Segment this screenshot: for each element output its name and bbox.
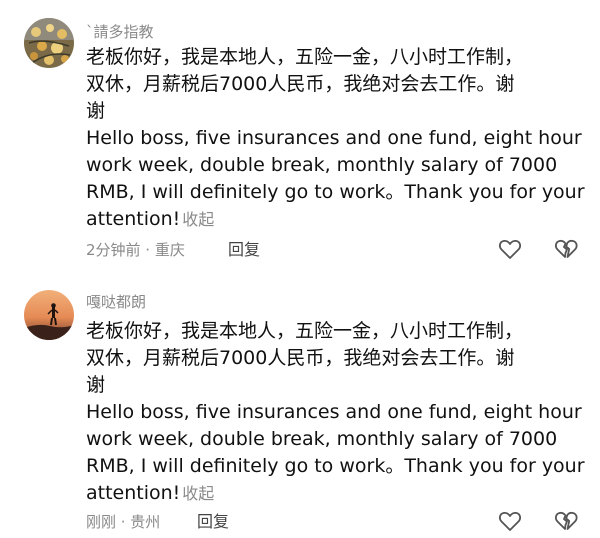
username[interactable]: `請多指教 <box>86 22 154 42</box>
comment-line: work week, double break, monthly salary … <box>86 428 558 450</box>
comment-line: 谢 <box>86 374 106 396</box>
comment-line: attention! 收起 <box>86 206 586 233</box>
comment-time-location: 2分钟前 · 重庆 <box>86 241 185 259</box>
comment-time-location: 刚刚 · 贵州 <box>86 513 161 531</box>
comment-line: RMB, I will definitely go to work。Thank … <box>86 455 585 477</box>
comment-text: 老板你好，我是本地人，五险一金，八小时工作制， 双休，月薪税后7000人民币，我… <box>86 44 586 233</box>
comment-line: 谢 <box>86 100 106 122</box>
comment-line: 老板你好，我是本地人，五险一金，八小时工作制， <box>86 320 524 342</box>
broken-heart-icon[interactable] <box>553 236 579 262</box>
comment-item: 嘎哒都朗 老板你好，我是本地人，五险一金，八小时工作制， 双休，月薪税后7000… <box>0 270 600 537</box>
comment-line: work week, double break, monthly salary … <box>86 154 558 176</box>
collapse-button[interactable]: 收起 <box>182 484 214 503</box>
comment-line: Hello boss, five insurances and one fund… <box>86 127 582 149</box>
avatar[interactable] <box>24 290 74 340</box>
comment-line: 双休，月薪税后7000人民币，我绝对会去工作。谢 <box>86 347 515 369</box>
comment-line: Hello boss, five insurances and one fund… <box>86 401 582 423</box>
avatar[interactable] <box>24 18 74 68</box>
heart-icon[interactable] <box>497 508 523 534</box>
reply-button[interactable]: 回复 <box>197 512 229 532</box>
collapse-button[interactable]: 收起 <box>182 210 214 229</box>
comment-line: attention! 收起 <box>86 480 586 507</box>
reply-button[interactable]: 回复 <box>228 240 260 260</box>
comment-line: RMB, I will definitely go to work。Thank … <box>86 181 585 203</box>
username[interactable]: 嘎哒都朗 <box>86 292 146 312</box>
comment-item: `請多指教 老板你好，我是本地人，五险一金，八小时工作制， 双休，月薪税后700… <box>0 0 600 270</box>
broken-heart-icon[interactable] <box>553 508 579 534</box>
comment-line: 双休，月薪税后7000人民币，我绝对会去工作。谢 <box>86 73 515 95</box>
comment-line: 老板你好，我是本地人，五险一金，八小时工作制， <box>86 46 524 68</box>
comment-line-text: attention! <box>86 482 181 504</box>
comment-text: 老板你好，我是本地人，五险一金，八小时工作制， 双休，月薪税后7000人民币，我… <box>86 318 586 507</box>
heart-icon[interactable] <box>497 236 523 262</box>
comment-line-text: attention! <box>86 208 181 230</box>
